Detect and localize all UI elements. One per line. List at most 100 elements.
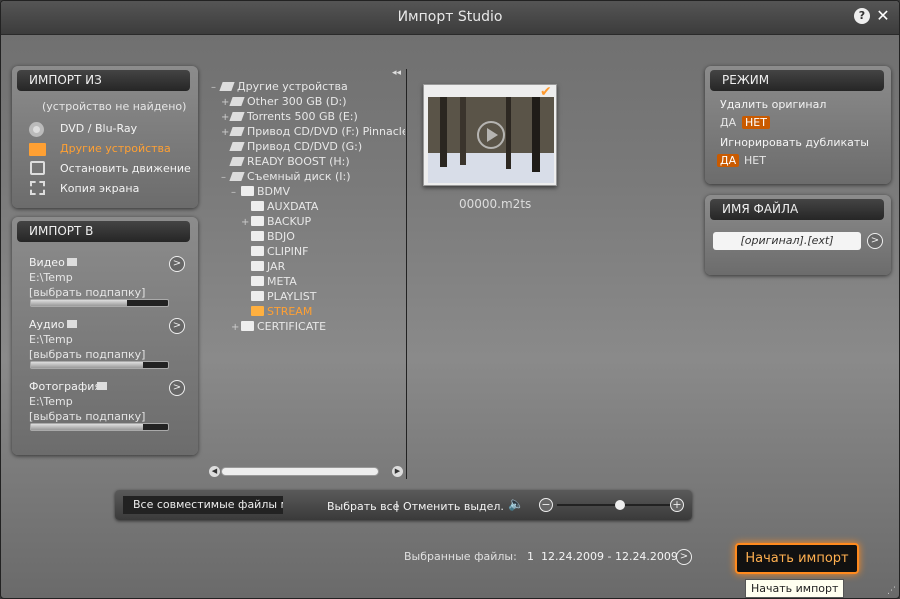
drive-icon [229,172,245,181]
selected-go-button[interactable]: > [676,549,692,565]
expand-toggle[interactable]: – [231,187,241,198]
photo-label: Фотография [29,380,102,393]
zoom-slider-knob[interactable] [614,500,625,510]
video-go-button[interactable]: > [169,256,185,272]
zoom-out-button[interactable]: − [539,498,553,512]
mode-header: РЕЖИМ [710,70,884,91]
folder-icon[interactable] [67,320,77,328]
audio-subfolder[interactable]: [выбрать подпапку] [29,348,145,361]
tree-item-label: META [267,275,297,288]
audio-path[interactable]: E:\Temp [29,333,73,346]
tree-item[interactable]: STREAM [241,305,312,318]
tree-item[interactable]: + Привод CD/DVD (F:) Pinnacle S [221,125,405,138]
tree-item-label: AUXDATA [267,200,319,213]
tree-item-label: READY BOOST (H:) [247,155,350,168]
tree-item-label: BDJO [267,230,295,243]
divider [406,69,407,479]
tree-item[interactable]: CLIPINF [241,245,309,258]
zoom-in-button[interactable]: + [670,498,684,512]
selected-files-range: 12.24.2009 - 12.24.2009 [541,550,678,563]
ignore-duplicates-label: Игнорировать дубликаты [720,136,869,149]
video-subfolder[interactable]: [выбрать подпапку] [29,286,145,299]
help-button[interactable]: ? [854,8,870,24]
scroll-thumb[interactable] [221,467,379,476]
filename-panel: ИМЯ ФАЙЛА [оригинал].[ext] > [705,195,891,275]
photo-disk-bar [30,423,169,431]
mode-panel: РЕЖИМ Удалить оригинал ДА НЕТ Игнорирова… [705,66,891,184]
drive-icon [229,112,245,121]
tree-item[interactable]: + CERTIFICATE [231,320,326,333]
source-screen-capture[interactable]: Копия экрана [60,182,139,195]
clip-thumbnail[interactable]: ✔ [423,84,557,186]
tree-item[interactable]: Привод CD/DVD (G:) [221,140,362,153]
scroll-right-icon[interactable]: ▶ [392,466,403,477]
file-toolbar: Все совместимые файлы мули Выбрать все |… [115,490,692,520]
folder-icon [251,276,264,286]
tree-item[interactable]: + Other 300 GB (D:) [221,95,347,108]
folder-icon [241,186,254,196]
audio-disk-fill [31,362,144,368]
tree-item-label: PLAYLIST [267,290,317,303]
drive-icon [229,142,245,151]
source-dvd[interactable]: DVD / Blu-Ray [60,122,137,135]
zoom-slider[interactable] [557,500,671,510]
expand-toggle[interactable]: + [231,322,241,333]
select-all-link[interactable]: Выбрать все [327,500,399,513]
filename-template-input[interactable]: [оригинал].[ext] [713,232,861,250]
clip-filename: 00000.m2ts [459,197,532,211]
folder-icon[interactable] [67,258,77,266]
tree-item-label: STREAM [267,305,313,318]
tree-scrollbar[interactable]: ◀ ▶ [209,466,403,477]
filename-header: ИМЯ ФАЙЛА [710,199,884,220]
folder-icon[interactable] [97,382,107,390]
tree-item[interactable]: AUXDATA [241,200,318,213]
collapse-tree-button[interactable]: ◂◂ [392,68,401,78]
photo-path[interactable]: E:\Temp [29,395,73,408]
scroll-left-icon[interactable]: ◀ [209,466,220,477]
expand-toggle[interactable]: + [241,217,251,228]
tree-item-label: Привод CD/DVD (G:) [247,140,363,153]
start-import-button[interactable]: Начать импорт [735,543,859,574]
audio-label: Аудио [29,318,65,331]
folder-icon [251,306,264,316]
filename-go-button[interactable]: > [867,233,883,249]
delete-no[interactable]: НЕТ [742,116,770,129]
folder-icon [251,216,264,226]
tree-item[interactable]: – BDMV [231,185,290,198]
tree-item[interactable]: + Torrents 500 GB (E:) [221,110,358,123]
tree-item-label: Привод CD/DVD (F:) Pinnacle S [247,125,405,138]
folder-tree: – Другие устройства + Other 300 GB (D:) + Tor… [211,80,405,460]
no-device-note: (устройство не найдено) [42,100,187,113]
speaker-icon[interactable]: 🔈 [508,497,524,513]
dup-no[interactable]: НЕТ [744,154,766,167]
tree-item[interactable]: – Другие устройства [211,80,348,93]
tree-item[interactable]: META [241,275,297,288]
video-disk-bar [30,299,169,307]
tree-item[interactable]: PLAYLIST [241,290,316,303]
audio-go-button[interactable]: > [169,318,185,334]
tree-item[interactable]: BDJO [241,230,295,243]
tree-item-label: CERTIFICATE [257,320,327,333]
resize-grip-icon[interactable]: ⋰ [887,586,897,596]
title-bar: Импорт Studio ? ✕ [1,1,899,35]
file-filter-dropdown[interactable]: Все совместимые файлы мули [123,496,283,514]
checkmark-icon[interactable]: ✔ [540,85,556,99]
source-other-devices[interactable]: Другие устройства [60,142,171,155]
dup-yes[interactable]: ДА [717,154,740,167]
folder-icon [241,321,254,331]
delete-yes[interactable]: ДА [720,116,736,129]
drive-icon [229,157,245,166]
tree-item[interactable]: READY BOOST (H:) [221,155,350,168]
source-stop-motion[interactable]: Остановить движение [60,162,191,175]
close-button[interactable]: ✕ [875,8,891,24]
tree-item-label: BDMV [257,185,291,198]
tree-item[interactable]: + BACKUP [241,215,311,228]
photo-subfolder[interactable]: [выбрать подпапку] [29,410,145,423]
tree-item[interactable]: JAR [241,260,285,273]
import-from-panel: ИМПОРТ ИЗ (устройство не найдено) DVD / … [12,66,198,208]
video-path[interactable]: E:\Temp [29,271,73,284]
deselect-link[interactable]: Отменить выдел. [403,500,504,513]
tree-item[interactable]: – Съемный диск (I:) [221,170,351,183]
window-title: Импорт Studio [397,9,503,25]
photo-go-button[interactable]: > [169,380,185,396]
